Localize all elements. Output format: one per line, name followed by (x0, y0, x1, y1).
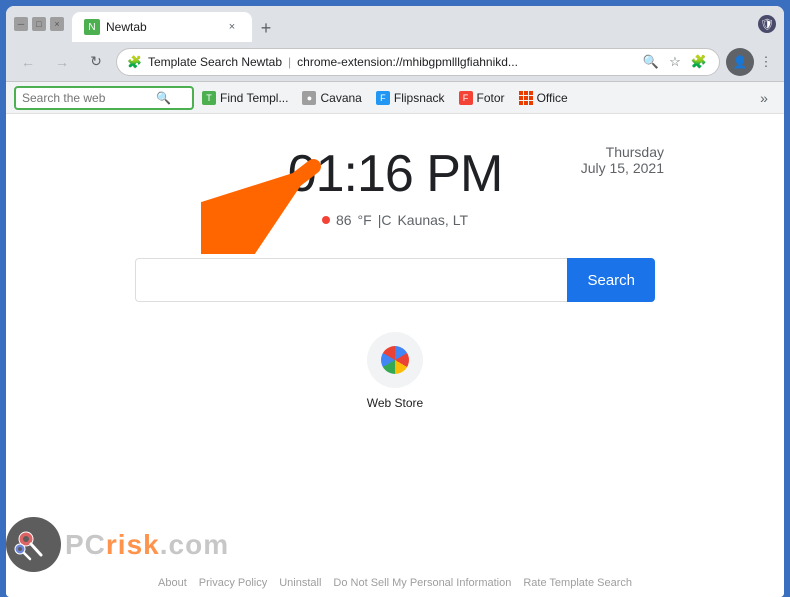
time-display: 01:16 PM (288, 144, 503, 204)
search-section: Search (135, 258, 655, 302)
weather-temp: 86 (336, 212, 352, 228)
url-separator: | (288, 55, 291, 69)
search-address-icon[interactable]: 🔍 (641, 52, 661, 72)
footer-rate[interactable]: Rate Template Search (523, 577, 632, 589)
shortcuts-section: Web Store (6, 332, 784, 410)
refresh-button[interactable]: ↻ (82, 48, 110, 76)
puzzle-icon: 🧩 (127, 55, 142, 69)
cavana-favicon: ● (302, 91, 316, 105)
browser-window: ─ □ × N Newtab × + 🛡 ← → ↻ 🧩 Template Se… (6, 6, 784, 597)
office-label: Office (537, 91, 568, 105)
search-web-input[interactable] (22, 91, 152, 105)
weather-separator: |C (378, 212, 392, 228)
main-content: 01:16 PM Thursday July 15, 2021 86 °F |C… (6, 114, 784, 597)
address-right-icons: 🔍 ☆ 🧩 (641, 52, 709, 72)
title-bar: ─ □ × N Newtab × + 🛡 (6, 6, 784, 42)
clock-display: 01:16 PM (288, 144, 503, 204)
bookmark-office[interactable]: Office (513, 86, 574, 110)
fotor-favicon: F (459, 91, 473, 105)
pcrisk-logo-container (6, 517, 61, 572)
bookmarks-more-button[interactable]: » (752, 86, 776, 110)
pcrisk-text: PCrisk.com (65, 529, 229, 561)
tab-favicon: N (84, 19, 100, 35)
web-store-label: Web Store (367, 396, 423, 410)
window-controls: ─ □ × (14, 17, 64, 31)
bookmarks-bar: 🔍 T Find Templ... ● Cavana F Flipsnack F… (6, 82, 784, 114)
tab-close-button[interactable]: × (224, 19, 240, 35)
footer: About Privacy Policy Uninstall Do Not Se… (6, 577, 784, 589)
close-button[interactable]: × (50, 17, 64, 31)
url-prefix: Template Search Newtab (148, 55, 282, 69)
date-day: Thursday (581, 144, 664, 160)
bookmark-flipsnack[interactable]: F Flipsnack (370, 86, 451, 110)
shield-icon: 🛡 (758, 15, 776, 33)
tab-bar: N Newtab × + (72, 6, 754, 42)
find-templates-favicon: T (202, 91, 216, 105)
web-store-icon (367, 332, 423, 388)
extension-icon[interactable]: 🧩 (689, 52, 709, 72)
weather-section: 86 °F |C Kaunas, LT (322, 212, 468, 228)
pcrisk-logo-svg (6, 517, 61, 572)
address-bar[interactable]: 🧩 Template Search Newtab | chrome-extens… (116, 48, 720, 76)
url-extension: chrome-extension://mhibgpmlllgfiahnikd..… (297, 55, 518, 69)
footer-uninstall[interactable]: Uninstall (279, 577, 321, 589)
bookmark-icon[interactable]: ☆ (665, 52, 685, 72)
find-templates-label: Find Templ... (220, 91, 288, 105)
clock-section: 01:16 PM Thursday July 15, 2021 (6, 114, 784, 204)
search-web-box[interactable]: 🔍 (14, 86, 194, 110)
menu-button[interactable]: ⋮ (756, 52, 776, 72)
new-tab-button[interactable]: + (252, 14, 280, 42)
cavana-label: Cavana (320, 91, 361, 105)
main-search-input[interactable] (135, 258, 567, 302)
footer-privacy[interactable]: Privacy Policy (199, 577, 267, 589)
weather-unit-f: °F (358, 212, 372, 228)
active-tab[interactable]: N Newtab × (72, 12, 252, 42)
profile-button[interactable]: 👤 (726, 48, 754, 76)
navbar: ← → ↻ 🧩 Template Search Newtab | chrome-… (6, 42, 784, 82)
profile-area: 👤 ⋮ (726, 48, 776, 76)
rainbow-circle-icon (381, 346, 409, 374)
minimize-button[interactable]: ─ (14, 17, 28, 31)
footer-about[interactable]: About (158, 577, 187, 589)
date-display: Thursday July 15, 2021 (581, 144, 664, 176)
tab-title: Newtab (106, 20, 147, 34)
footer-do-not-sell[interactable]: Do Not Sell My Personal Information (333, 577, 511, 589)
fotor-label: Fotor (477, 91, 505, 105)
bookmark-find-templates[interactable]: T Find Templ... (196, 86, 294, 110)
date-full: July 15, 2021 (581, 160, 664, 176)
shortcut-web-store[interactable]: Web Store (367, 332, 423, 410)
back-button[interactable]: ← (14, 48, 42, 76)
weather-location: Kaunas, LT (397, 212, 468, 228)
office-favicon (519, 91, 533, 105)
main-search-button[interactable]: Search (567, 258, 655, 302)
bookmark-cavana[interactable]: ● Cavana (296, 86, 367, 110)
maximize-button[interactable]: □ (32, 17, 46, 31)
pcrisk-watermark: PCrisk.com (6, 517, 229, 572)
weather-dot (322, 216, 330, 224)
search-web-icon: 🔍 (156, 91, 171, 105)
flipsnack-favicon: F (376, 91, 390, 105)
forward-button[interactable]: → (48, 48, 76, 76)
window-controls-right: 🛡 (758, 15, 776, 33)
flipsnack-label: Flipsnack (394, 91, 445, 105)
bookmark-fotor[interactable]: F Fotor (453, 86, 511, 110)
